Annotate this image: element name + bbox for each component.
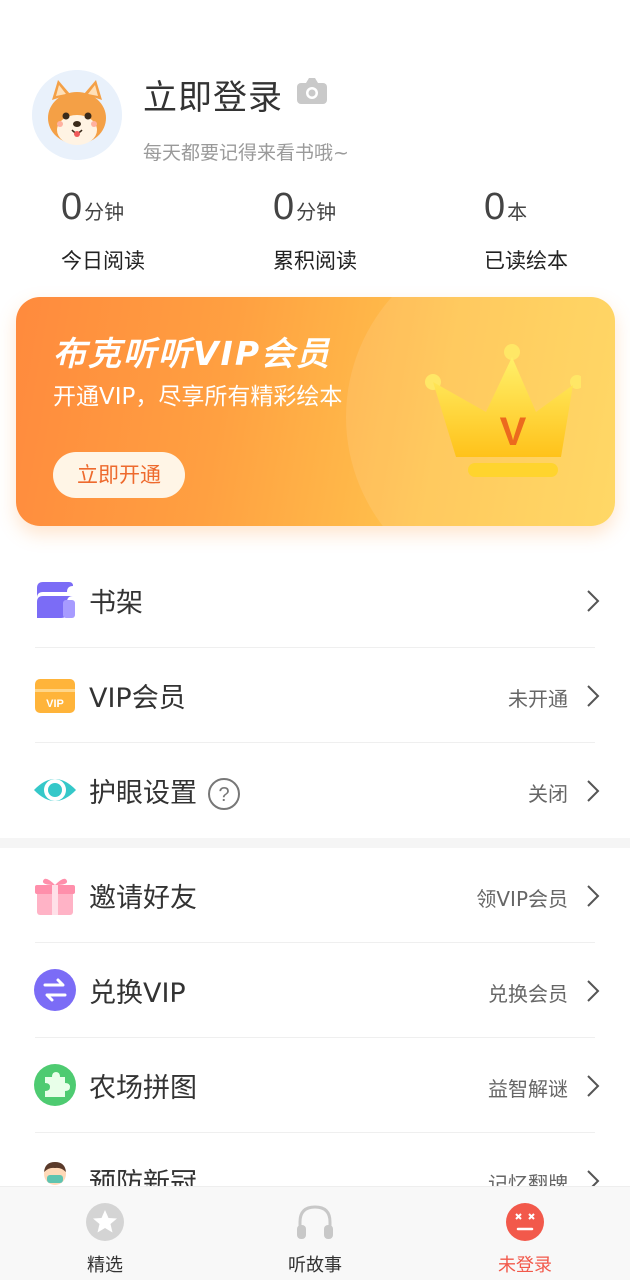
menu-item-value: 未开通 (508, 687, 568, 711)
menu-item-value: 领VIP会员 (476, 887, 568, 911)
puzzle-icon (34, 1064, 76, 1106)
chevron-right-icon (587, 1075, 600, 1097)
gift-icon (35, 878, 75, 915)
menu-item-farm-puzzle[interactable]: 农场拼图 益智解谜 (0, 1038, 630, 1133)
chevron-right-icon (587, 885, 600, 907)
chevron-right-icon (587, 780, 600, 802)
svg-text:?: ? (218, 784, 229, 806)
camera-icon[interactable] (296, 77, 328, 105)
crown-letter: V (500, 410, 527, 454)
chevron-right-icon (587, 590, 600, 612)
menu-item-invite[interactable]: 邀请好友 领VIP会员 (0, 848, 630, 943)
stat-books: 0本 已读绘本 (484, 186, 630, 275)
menu-item-label: 邀请好友 (89, 883, 197, 914)
eye-icon (34, 779, 76, 801)
menu-item-label: 书架 (89, 588, 143, 619)
stat-value: 0 (484, 186, 506, 228)
login-subtitle: 每天都要记得来看书哦~ (143, 142, 349, 164)
tab-label: 精选 (87, 1255, 123, 1276)
menu-item-label: 护眼设置 (89, 778, 197, 809)
tab-label: 未登录 (498, 1255, 552, 1276)
headphones-icon (297, 1205, 333, 1239)
stat-unit: 本 (507, 200, 528, 224)
menu-item-value: 益智解谜 (488, 1077, 568, 1101)
menu-item-value: 兑换会员 (488, 982, 568, 1006)
menu-item-redeem-vip[interactable]: 兑换VIP 兑换会员 (0, 943, 630, 1038)
reading-stats: 0 分钟 今日阅读 0 分钟 累积阅读 0本 已读绘本 (0, 186, 630, 286)
avatar[interactable] (32, 70, 122, 160)
login-title[interactable]: 立即登录 (143, 70, 283, 119)
tab-listen-stories[interactable]: 听故事 (210, 1187, 420, 1280)
stat-today: 0 分钟 今日阅读 (61, 186, 241, 275)
vip-card-icon: VIP (35, 679, 75, 713)
shiba-avatar-icon (32, 70, 122, 160)
exchange-icon (34, 969, 76, 1011)
bookshelf-icon (37, 582, 75, 618)
stat-unit: 分钟 (84, 200, 125, 224)
vip-banner-subtitle: 开通VIP，尽享所有精彩绘本 (53, 384, 343, 410)
menu-item-value: 关闭 (528, 782, 568, 806)
tab-featured[interactable]: 精选 (0, 1187, 210, 1280)
stat-label: 已读绘本 (484, 249, 568, 273)
crown-icon: V (425, 344, 581, 477)
chevron-right-icon (587, 685, 600, 707)
help-icon[interactable]: ? (207, 777, 241, 811)
vip-banner[interactable]: 布克听听VIP会员 开通VIP，尽享所有精彩绘本 立即开通 V (16, 297, 615, 526)
chevron-right-icon (587, 980, 600, 1002)
vip-banner-title: 布克听听VIP会员 (53, 334, 332, 373)
section-divider (0, 838, 630, 848)
stat-label: 今日阅读 (61, 249, 145, 273)
menu-item-eye-care[interactable]: 护眼设置 关闭 (0, 743, 630, 838)
user-face-icon (506, 1203, 544, 1241)
stat-value: 0 (61, 186, 83, 228)
star-icon (86, 1203, 124, 1241)
profile-header: 立即登录 每天都要记得来看书哦~ (0, 0, 630, 180)
open-vip-button[interactable]: 立即开通 (53, 452, 185, 498)
tab-profile[interactable]: 未登录 (420, 1187, 630, 1280)
menu-item-label: VIP会员 (89, 683, 186, 714)
stat-unit: 分钟 (296, 200, 337, 224)
menu-item-bookshelf[interactable]: 书架 (0, 553, 630, 648)
stat-total: 0 分钟 累积阅读 (273, 186, 453, 275)
stat-label: 累积阅读 (273, 249, 357, 273)
bottom-tab-bar: 精选 听故事 未登录 (0, 1186, 630, 1280)
menu-item-vip[interactable]: VIP VIP会员 未开通 (0, 648, 630, 743)
svg-text:VIP: VIP (46, 698, 64, 710)
menu-item-label: 农场拼图 (89, 1073, 197, 1104)
stat-value: 0 (273, 186, 295, 228)
menu-item-label: 兑换VIP (89, 978, 186, 1009)
tab-label: 听故事 (288, 1255, 342, 1276)
